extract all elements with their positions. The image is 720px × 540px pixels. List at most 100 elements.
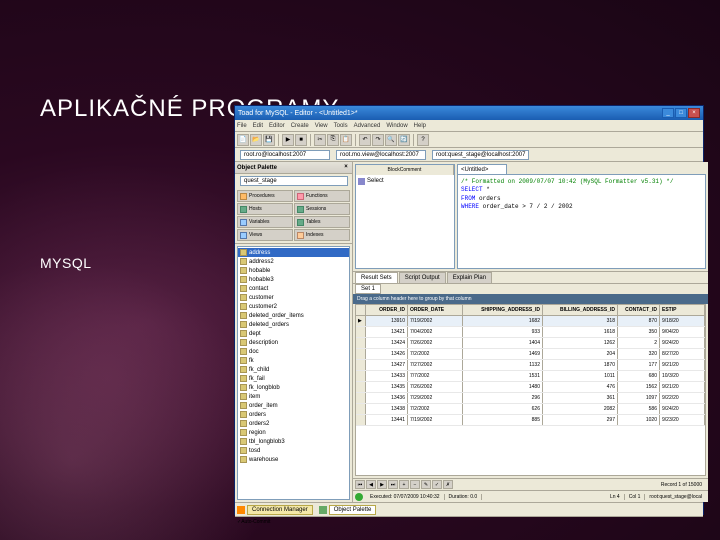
table-row[interactable]: 134417/19/200288529710209/23/20 [356,415,705,426]
redo-icon[interactable]: ↷ [372,134,384,146]
save-icon[interactable]: 💾 [263,134,275,146]
schema-dropdown[interactable]: quest_stage [240,176,348,186]
obj-tab-tables[interactable]: Tables [294,216,350,228]
tree-item[interactable]: order_item [238,401,349,410]
obj-tab-views[interactable]: Views [237,229,293,241]
obj-tab-functions[interactable]: Functions [294,190,350,202]
connection-3[interactable]: root:quest_stage@localhost:2007 [432,150,529,160]
table-row[interactable]: 134337/7/20021531101168010/3/20 [356,371,705,382]
menu-window[interactable]: Window [386,123,407,129]
tree-item[interactable]: orders [238,410,349,419]
obj-tab-variables[interactable]: Variables [237,216,293,228]
titlebar[interactable]: Toad for MySQL - Editor - <Untitled1>* _… [235,106,703,120]
nav-edit-icon[interactable]: ✎ [421,480,431,489]
tree-item[interactable]: hobable3 [238,275,349,284]
side-item-select[interactable]: Select [358,177,452,185]
table-row[interactable]: 134277/27/2002113218701779/21/20 [356,360,705,371]
tab-object-palette[interactable]: Object Palette [329,505,377,515]
table-row[interactable]: 134267/2/200214692043208/27/20 [356,349,705,360]
tree-item[interactable]: address [238,248,349,257]
obj-tab-procedures[interactable]: Procedures [237,190,293,202]
tree-item[interactable]: tosd [238,446,349,455]
run-icon[interactable]: ▶ [282,134,294,146]
table-row[interactable]: 134357/26/2002148047615629/21/20 [356,382,705,393]
nav-last-icon[interactable]: ⏭ [388,480,398,489]
tree-item[interactable]: address2 [238,257,349,266]
tab-explain-plan[interactable]: Explain Plan [447,272,492,283]
cut-icon[interactable]: ✂ [314,134,326,146]
menu-advanced[interactable]: Advanced [354,123,381,129]
sql-editor[interactable]: /* Formatted on 2009/07/07 10:42 (MySQL … [457,174,706,269]
nav-delete-icon[interactable]: − [410,480,420,489]
obj-tab-sessions[interactable]: Sessions [294,203,350,215]
tree-item[interactable]: deleted_orders [238,320,349,329]
tree-item[interactable]: customer2 [238,302,349,311]
col-header[interactable]: ORDER_ID [366,305,408,315]
tab-result-sets[interactable]: Result Sets [355,272,398,283]
menu-editor[interactable]: Editor [269,123,285,129]
obj-tab-hosts[interactable]: Hosts [237,203,293,215]
menu-file[interactable]: File [237,123,247,129]
copy-icon[interactable]: ⎘ [327,134,339,146]
refresh-icon[interactable]: 🔄 [398,134,410,146]
open-icon[interactable]: 📂 [250,134,262,146]
tree-item[interactable]: fk_longblob [238,383,349,392]
menu-create[interactable]: Create [291,123,309,129]
tree-item[interactable]: doc [238,347,349,356]
menu-edit[interactable]: Edit [253,123,263,129]
col-header[interactable]: CONTACT_ID [618,305,660,315]
tree-item[interactable]: fk_child [238,365,349,374]
table-row[interactable]: 134247/26/20021404126229/24/20 [356,338,705,349]
menu-tools[interactable]: Tools [334,123,348,129]
obj-tab-indexes[interactable]: Indexes [294,229,350,241]
tree-item[interactable]: fk_fail [238,374,349,383]
menu-view[interactable]: View [315,123,328,129]
table-row[interactable]: 134217/04/200293316183509/04/20 [356,327,705,338]
tree-item[interactable]: fk [238,356,349,365]
undo-icon[interactable]: ↶ [359,134,371,146]
result-grid[interactable]: ORDER_IDORDER_DATESHIPPING_ADDRESS_IDBIL… [355,304,706,476]
tab-connection-manager[interactable]: Connection Manager [247,505,313,515]
tree-item[interactable]: hobable [238,266,349,275]
table-row[interactable]: 134367/29/200229636110979/22/20 [356,393,705,404]
search-icon[interactable]: 🔍 [385,134,397,146]
nav-commit-icon[interactable]: ✓ [432,480,442,489]
minimize-button[interactable]: _ [662,108,674,118]
close-button[interactable]: × [688,108,700,118]
paste-icon[interactable]: 📋 [340,134,352,146]
tree-item[interactable]: description [238,338,349,347]
nav-prev-icon[interactable]: ◀ [366,480,376,489]
editor-tab[interactable]: <Untitled> [457,164,507,174]
tree-item[interactable]: item [238,392,349,401]
tree-item[interactable]: warehouse [238,455,349,464]
tree-item[interactable]: orders2 [238,419,349,428]
object-tree[interactable]: addressaddress2hobablehobable3contactcus… [237,246,350,500]
stop-icon[interactable]: ■ [295,134,307,146]
nav-add-icon[interactable]: + [399,480,409,489]
nav-cancel-icon[interactable]: ✗ [443,480,453,489]
connection-2[interactable]: root.mo.view@localhost:2007 [336,150,426,160]
tree-item[interactable]: tbl_longblob3 [238,437,349,446]
tree-item[interactable]: region [238,428,349,437]
tab-script-output[interactable]: Script Output [399,272,446,283]
connection-1[interactable]: root.ro@localhost:2007 [240,150,330,160]
maximize-button[interactable]: □ [675,108,687,118]
panel-close-icon[interactable]: × [342,164,350,172]
menu-help[interactable]: Help [414,123,426,129]
col-header[interactable]: ESTIP [660,305,705,315]
new-icon[interactable]: 📄 [237,134,249,146]
col-header[interactable]: BILLING_ADDRESS_ID [543,305,618,315]
nav-next-icon[interactable]: ▶ [377,480,387,489]
tree-item[interactable]: customer [238,293,349,302]
tree-item[interactable]: contact [238,284,349,293]
col-header[interactable]: ORDER_DATE [408,305,463,315]
help-icon[interactable]: ? [417,134,429,146]
tab-set1[interactable]: Set 1 [355,284,381,294]
nav-first-icon[interactable]: ⏮ [355,480,365,489]
side-tab-block[interactable]: BlockComment [356,165,454,175]
tree-item[interactable]: deleted_order_items [238,311,349,320]
col-header[interactable]: SHIPPING_ADDRESS_ID [463,305,543,315]
table-row[interactable]: 134387/2/200262620825869/24/20 [356,404,705,415]
table-row[interactable]: ▶139107/19/200216823188709/18/20 [356,316,705,327]
tree-item[interactable]: dept [238,329,349,338]
